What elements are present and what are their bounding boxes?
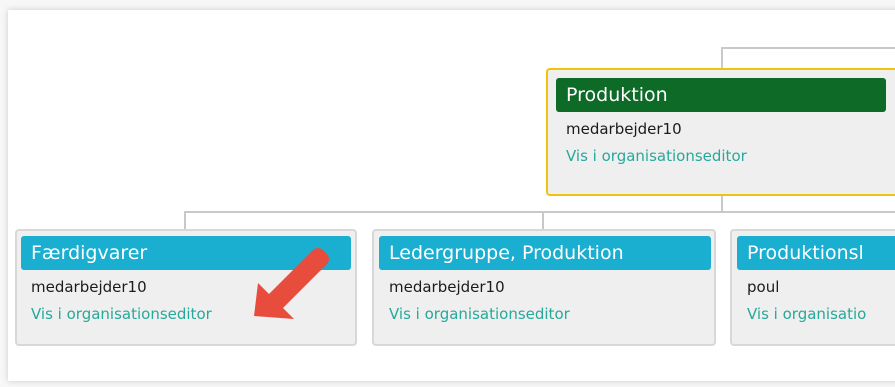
org-node-produktion[interactable]: Produktion medarbejder10 Vis i organisat… [546,68,895,196]
org-node-person: poul [747,278,780,296]
org-node-editor-link[interactable]: Vis i organisationseditor [379,305,714,323]
connector-children-horizontal [184,211,895,213]
org-chart-canvas: Produktion medarbejder10 Vis i organisat… [0,0,895,387]
org-node-person: medarbejder10 [389,278,505,296]
org-node-ledergruppe-produktion[interactable]: Ledergruppe, Produktion medarbejder10 Vi… [372,229,716,346]
connector-child-2 [542,211,544,231]
org-node-title: Produktionsl [737,236,895,270]
red-arrow-icon [254,248,329,319]
org-node-editor-link[interactable]: Vis i organisationseditor [556,147,895,165]
org-node-title: Ledergruppe, Produktion [379,236,711,270]
connector-top-vertical [721,47,723,68]
org-node-person: medarbejder10 [566,120,682,138]
connector-top-horizontal [721,47,895,49]
connector-parent-down [721,195,723,212]
org-node-editor-link[interactable]: Vis i organisatio [737,305,895,323]
org-node-title: Produktion [556,78,886,112]
connector-child-1 [184,211,186,231]
org-node-produktionsl[interactable]: Produktionsl poul Vis i organisatio [730,229,895,346]
